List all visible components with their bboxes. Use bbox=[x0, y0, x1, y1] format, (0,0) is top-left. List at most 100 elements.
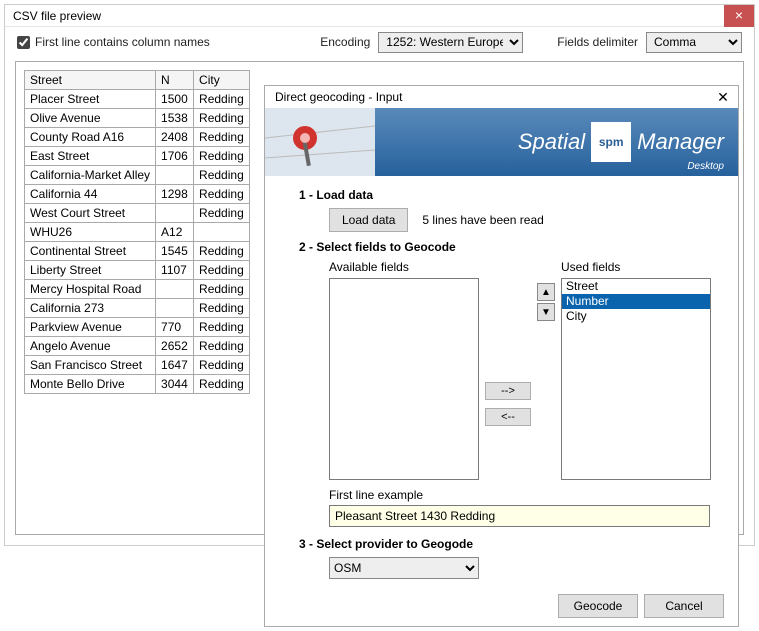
available-fields-label: Available fields bbox=[329, 260, 479, 274]
csv-toolbar: First line contains column names Encodin… bbox=[5, 27, 754, 57]
cell: East Street bbox=[25, 147, 156, 166]
cell: 1545 bbox=[156, 242, 194, 261]
brand-text-a: Spatial bbox=[518, 129, 585, 155]
table-row[interactable]: Monte Bello Drive3044Redding bbox=[25, 375, 250, 394]
cell: 1647 bbox=[156, 356, 194, 375]
cell: Redding bbox=[194, 185, 250, 204]
cell: Redding bbox=[194, 337, 250, 356]
geo-titlebar: Direct geocoding - Input ✕ bbox=[265, 86, 738, 108]
table-row[interactable]: California 273Redding bbox=[25, 299, 250, 318]
section-2-heading: 2 - Select fields to Geocode bbox=[299, 240, 724, 254]
list-item[interactable]: Street bbox=[562, 279, 710, 294]
cell: 2652 bbox=[156, 337, 194, 356]
table-row[interactable]: East Street1706Redding bbox=[25, 147, 250, 166]
first-line-label: First line contains column names bbox=[35, 35, 210, 49]
cell: County Road A16 bbox=[25, 128, 156, 147]
list-item[interactable]: Number bbox=[562, 294, 710, 309]
cell: Redding bbox=[194, 356, 250, 375]
cell bbox=[194, 223, 250, 242]
cell: Redding bbox=[194, 109, 250, 128]
cell: Redding bbox=[194, 204, 250, 223]
geocode-button[interactable]: Geocode bbox=[558, 594, 638, 618]
col-header-city[interactable]: City bbox=[194, 71, 250, 90]
cell: Redding bbox=[194, 147, 250, 166]
table-row[interactable]: County Road A162408Redding bbox=[25, 128, 250, 147]
brand-logo-icon: spm bbox=[591, 122, 631, 162]
csv-title: CSV file preview bbox=[13, 5, 101, 26]
encoding-label: Encoding bbox=[320, 35, 370, 49]
move-left-button[interactable]: <-- bbox=[485, 408, 531, 426]
table-row[interactable]: Continental Street1545Redding bbox=[25, 242, 250, 261]
section-1-heading: 1 - Load data bbox=[299, 188, 724, 202]
first-line-example: Pleasant Street 1430 Redding bbox=[329, 505, 710, 527]
cell: Liberty Street bbox=[25, 261, 156, 280]
cell: San Francisco Street bbox=[25, 356, 156, 375]
cell: Angelo Avenue bbox=[25, 337, 156, 356]
available-fields-listbox[interactable] bbox=[329, 278, 479, 480]
table-row[interactable]: Mercy Hospital RoadRedding bbox=[25, 280, 250, 299]
cancel-button[interactable]: Cancel bbox=[644, 594, 724, 618]
geocoding-dialog: Direct geocoding - Input ✕ Spatial spm M… bbox=[264, 85, 739, 627]
cell: West Court Street bbox=[25, 204, 156, 223]
brand-sub: Desktop bbox=[687, 161, 724, 172]
geo-banner: Spatial spm Manager Desktop bbox=[265, 108, 738, 176]
brand: Spatial spm Manager bbox=[518, 122, 724, 162]
cell: Placer Street bbox=[25, 90, 156, 109]
move-right-button[interactable]: --> bbox=[485, 382, 531, 400]
table-row[interactable]: Parkview Avenue770Redding bbox=[25, 318, 250, 337]
table-row[interactable]: California-Market AlleyRedding bbox=[25, 166, 250, 185]
col-header-street[interactable]: Street bbox=[25, 71, 156, 90]
cell: Redding bbox=[194, 90, 250, 109]
cell bbox=[156, 299, 194, 318]
provider-select[interactable]: OSM bbox=[329, 557, 479, 579]
cell: A12 bbox=[156, 223, 194, 242]
used-fields-label: Used fields bbox=[561, 260, 711, 274]
cell: WHU26 bbox=[25, 223, 156, 242]
cell: 2408 bbox=[156, 128, 194, 147]
list-item[interactable]: City bbox=[562, 309, 710, 324]
cell: Olive Avenue bbox=[25, 109, 156, 128]
csv-table: Street N City Placer Street1500ReddingOl… bbox=[24, 70, 250, 394]
cell: Redding bbox=[194, 242, 250, 261]
cell: 3044 bbox=[156, 375, 194, 394]
move-down-button[interactable]: ▼ bbox=[537, 303, 555, 321]
table-row[interactable]: WHU26A12 bbox=[25, 223, 250, 242]
table-row[interactable]: San Francisco Street1647Redding bbox=[25, 356, 250, 375]
cell: 1538 bbox=[156, 109, 194, 128]
close-button[interactable]: × bbox=[724, 5, 754, 27]
cell: 770 bbox=[156, 318, 194, 337]
cell: California 44 bbox=[25, 185, 156, 204]
table-row[interactable]: West Court Street Redding bbox=[25, 204, 250, 223]
cell: Redding bbox=[194, 318, 250, 337]
cell: California-Market Alley bbox=[25, 166, 156, 185]
csv-titlebar: CSV file preview × bbox=[5, 5, 754, 27]
used-fields-listbox[interactable]: StreetNumberCity bbox=[561, 278, 711, 480]
cell: 1500 bbox=[156, 90, 194, 109]
move-up-button[interactable]: ▲ bbox=[537, 283, 555, 301]
encoding-select[interactable]: 1252: Western European (Windows) bbox=[378, 32, 523, 53]
geo-title: Direct geocoding - Input bbox=[275, 86, 402, 108]
cell: Monte Bello Drive bbox=[25, 375, 156, 394]
cell bbox=[156, 166, 194, 185]
table-row[interactable]: Angelo Avenue2652Redding bbox=[25, 337, 250, 356]
table-row[interactable]: Olive Avenue1538Redding bbox=[25, 109, 250, 128]
cell bbox=[156, 204, 194, 223]
cell: Redding bbox=[194, 128, 250, 147]
col-header-n[interactable]: N bbox=[156, 71, 194, 90]
table-row[interactable]: Placer Street1500Redding bbox=[25, 90, 250, 109]
delimiter-select[interactable]: Comma bbox=[646, 32, 742, 53]
table-row[interactable]: Liberty Street1107Redding bbox=[25, 261, 250, 280]
cell: Redding bbox=[194, 299, 250, 318]
geo-close-button[interactable]: ✕ bbox=[708, 86, 738, 108]
cell: Redding bbox=[194, 375, 250, 394]
first-line-checkbox-input[interactable] bbox=[17, 36, 30, 49]
cell: Redding bbox=[194, 261, 250, 280]
cell: 1706 bbox=[156, 147, 194, 166]
load-data-button[interactable]: Load data bbox=[329, 208, 408, 232]
brand-text-b: Manager bbox=[637, 129, 724, 155]
table-row[interactable]: California 441298Redding bbox=[25, 185, 250, 204]
first-line-example-label: First line example bbox=[329, 488, 724, 502]
first-line-checkbox[interactable]: First line contains column names bbox=[17, 35, 210, 49]
cell: Redding bbox=[194, 280, 250, 299]
cell bbox=[156, 280, 194, 299]
